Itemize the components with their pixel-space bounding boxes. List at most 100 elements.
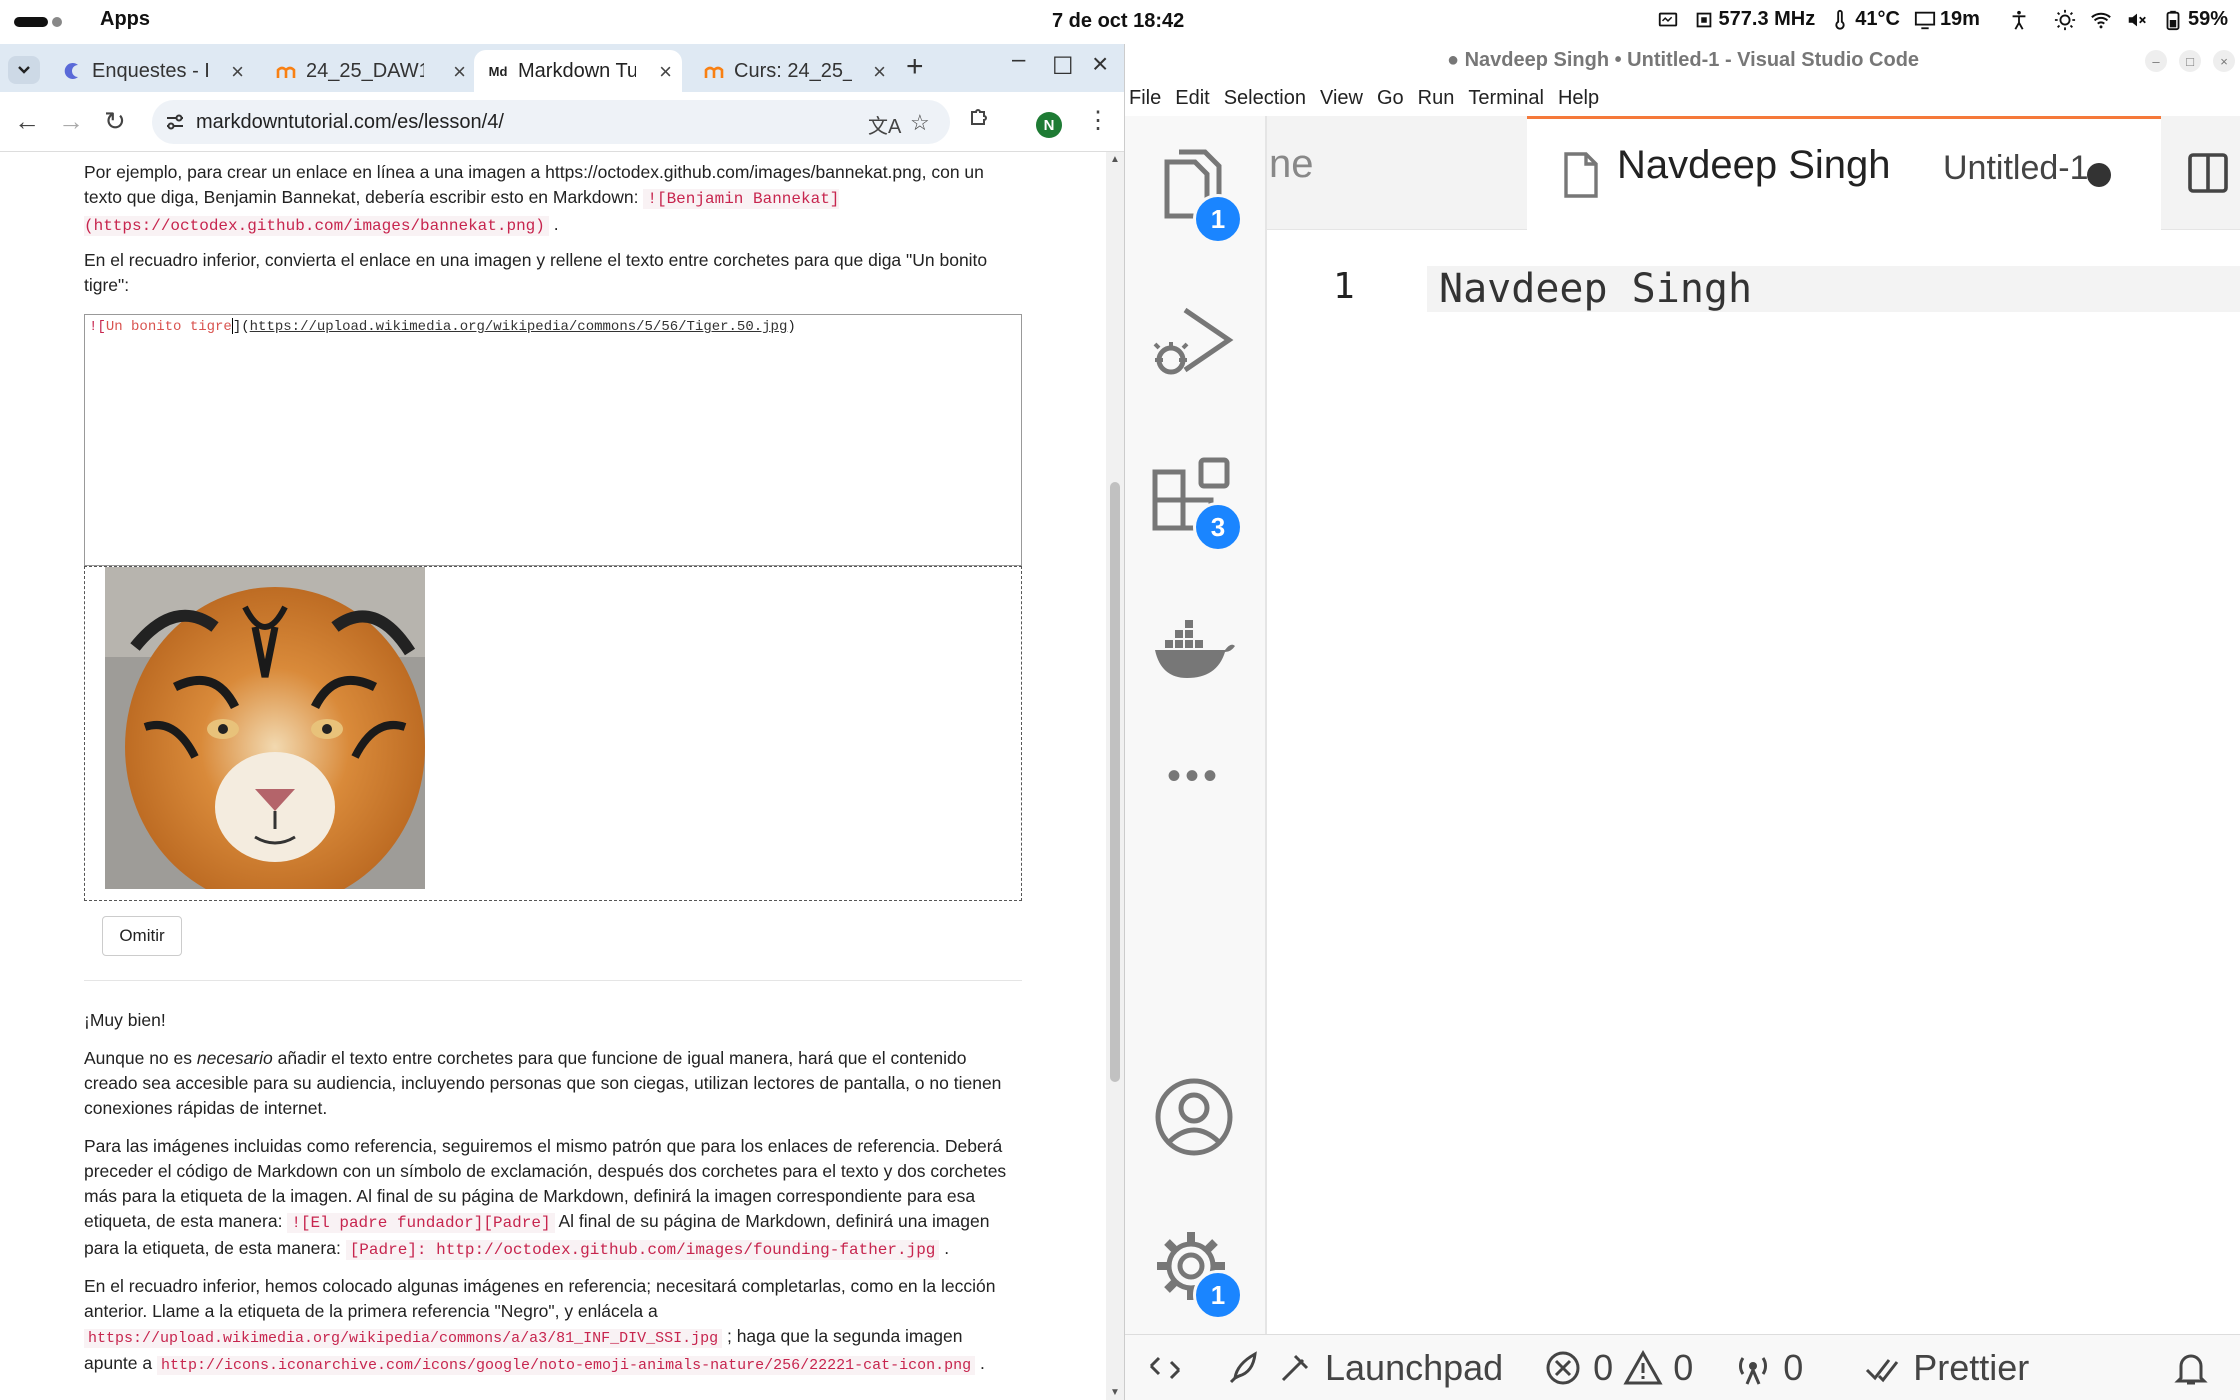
chevron-down-icon <box>18 66 30 74</box>
browser-window: Enquestes - I × 24_25_DAW1 × Md Markdown… <box>0 44 1124 1400</box>
code-line[interactable]: Navdeep Singh <box>1439 266 1752 312</box>
prettier-item[interactable]: Prettier <box>1863 1347 2029 1389</box>
close-tab-icon[interactable]: × <box>453 59 466 85</box>
close-tab-icon[interactable]: × <box>873 59 886 85</box>
split-editor-icon[interactable] <box>2187 152 2229 194</box>
back-button[interactable]: ← <box>14 106 40 137</box>
launchpad-item[interactable]: Launchpad <box>1225 1347 1503 1389</box>
tab-enquestes[interactable]: Enquestes - I × <box>48 50 254 92</box>
wifi-icon[interactable] <box>2090 9 2112 31</box>
tab-title: Curs: 24_25_ <box>734 59 852 82</box>
vscode-close-button[interactable]: × <box>2213 50 2235 72</box>
menu-selection[interactable]: Selection <box>1220 80 1316 116</box>
menu-help[interactable]: Help <box>1554 80 1609 116</box>
profile-avatar[interactable]: N <box>1036 112 1062 138</box>
night-light-icon[interactable] <box>2054 9 2076 31</box>
display-icon <box>1914 11 1936 29</box>
editor-url: https://upload.wikimedia.org/wikipedia/c… <box>249 319 788 335</box>
workspace-indicator[interactable] <box>14 17 62 27</box>
status-bar: Launchpad 0 0 0 Prettier <box>1125 1334 2240 1400</box>
menu-run[interactable]: Run <box>1414 80 1465 116</box>
scrollbar-thumb[interactable] <box>1110 482 1120 1082</box>
moodle-survey-icon <box>62 61 82 81</box>
reload-button[interactable]: ↻ <box>104 106 126 137</box>
minimize-button[interactable]: – <box>1012 46 1025 74</box>
close-tab-icon[interactable]: × <box>231 59 244 85</box>
emphasis-text: necesario <box>196 1048 273 1068</box>
settings-badge: 1 <box>1193 1270 1243 1320</box>
extensions-icon[interactable] <box>968 104 992 135</box>
menu-go[interactable]: Go <box>1373 80 1414 116</box>
clock[interactable]: 7 de oct 18:42 <box>1052 10 1184 33</box>
moodle-icon <box>276 61 296 81</box>
vscode-window: ● Navdeep Singh • Untitled-1 - Visual St… <box>1124 44 2240 1400</box>
maximize-button[interactable]: ☐ <box>1052 52 1074 81</box>
lesson-page: Por ejemplo, para crear un enlace en lín… <box>0 152 1106 1400</box>
tab-24-25-daw1[interactable]: 24_25_DAW1 × <box>262 50 476 92</box>
translate-icon[interactable]: 文A <box>868 110 901 139</box>
accounts-button[interactable] <box>1151 1074 1237 1160</box>
plug-icon <box>1281 1354 1309 1381</box>
remote-indicator[interactable] <box>1145 1348 1185 1388</box>
menu-edit[interactable]: Edit <box>1171 80 1219 116</box>
paragraph-reference-images: Para las imágenes incluidas como referen… <box>84 1134 1014 1263</box>
extensions-button[interactable]: 3 <box>1151 456 1243 552</box>
forward-button[interactable]: → <box>58 106 84 137</box>
unsaved-dot-icon[interactable] <box>2087 163 2111 187</box>
menu-view[interactable]: View <box>1316 80 1373 116</box>
ports-item[interactable]: 0 <box>1733 1347 1803 1389</box>
cpu-icon <box>1696 12 1711 27</box>
warning-icon <box>1623 1349 1663 1384</box>
notifications-button[interactable] <box>2171 1348 2211 1388</box>
scroll-down-arrow-icon[interactable]: ▼ <box>1110 1387 1120 1398</box>
battery-indicator[interactable]: 59% <box>2162 8 2228 31</box>
menu-terminal[interactable]: Terminal <box>1464 80 1554 116</box>
explorer-button[interactable]: 1 <box>1151 146 1243 244</box>
page-scrollbar[interactable]: ▲ ▼ <box>1106 152 1124 1400</box>
error-icon <box>1546 1351 1580 1384</box>
url-text[interactable]: markdowntutorial.com/es/lesson/4/ <box>196 111 504 134</box>
scroll-up-arrow-icon[interactable]: ▲ <box>1110 154 1120 165</box>
run-debug-button[interactable] <box>1151 300 1237 386</box>
error-count: 0 <box>1593 1346 1614 1388</box>
tab-previous[interactable]: ne <box>1267 116 1387 230</box>
markdown-editor[interactable]: ![Un bonito tigre](https://upload.wikime… <box>84 314 1022 566</box>
line-number: 1 <box>1333 266 1355 307</box>
screen-time-indicator: 19m <box>1914 8 1980 31</box>
system-status-area[interactable]: 577.3 MHz 41°C 19m 59% <box>1657 8 2228 31</box>
vscode-maximize-button[interactable]: □ <box>2179 50 2201 72</box>
paragraph-accessibility: Aunque no es necesario añadir el texto e… <box>84 1046 1014 1121</box>
inline-code: https://upload.wikimedia.org/wikipedia/c… <box>84 1329 723 1348</box>
vscode-minimize-button[interactable]: – <box>2145 50 2167 72</box>
paragraph-intro: Por ejemplo, para crear un enlace en lín… <box>84 160 1014 239</box>
site-settings-icon[interactable] <box>164 111 186 133</box>
new-tab-button[interactable]: + <box>906 50 924 84</box>
browser-menu-icon[interactable]: ⋮ <box>1086 106 1110 135</box>
ports-count: 0 <box>1783 1346 1804 1388</box>
tab-curs[interactable]: Curs: 24_25_ × <box>690 50 896 92</box>
docker-button[interactable] <box>1151 606 1237 692</box>
skip-button[interactable]: Omitir <box>102 916 182 956</box>
inline-code: [Padre]: http://octodex.github.com/image… <box>345 1240 940 1260</box>
more-views-icon[interactable]: ••• <box>1151 736 1237 822</box>
volume-muted-icon[interactable] <box>2126 9 2148 31</box>
code-editor[interactable]: 1 Navdeep Singh <box>1267 230 2240 1384</box>
bookmark-star-icon[interactable]: ☆ <box>910 110 930 136</box>
vscode-titlebar: ● Navdeep Singh • Untitled-1 - Visual St… <box>1125 44 2240 80</box>
editor-alt-text: Un bonito tigre <box>105 319 232 335</box>
accessibility-icon[interactable] <box>2008 9 2030 31</box>
menu-file[interactable]: File <box>1125 80 1171 116</box>
editor-syntax: ]( <box>232 319 250 335</box>
tab-search-button[interactable] <box>8 56 40 84</box>
close-window-button[interactable]: × <box>1092 48 1108 80</box>
tab-markdown-tutorial[interactable]: Md Markdown Tu × <box>474 50 682 92</box>
manage-settings-button[interactable]: 1 <box>1151 1226 1243 1320</box>
apps-button[interactable]: Apps <box>100 8 150 31</box>
problems-item[interactable]: 0 0 <box>1543 1347 1693 1389</box>
omnibox[interactable]: markdowntutorial.com/es/lesson/4/ 文A ☆ <box>152 100 950 144</box>
tab-untitled-1[interactable]: Navdeep Singh Untitled-1 <box>1527 116 2161 230</box>
system-top-bar: Apps 7 de oct 18:42 577.3 MHz 41°C 19m 5… <box>0 0 2240 44</box>
close-tab-icon[interactable]: × <box>659 59 672 85</box>
file-icon <box>1564 152 1598 198</box>
markdown-preview <box>84 566 1022 901</box>
